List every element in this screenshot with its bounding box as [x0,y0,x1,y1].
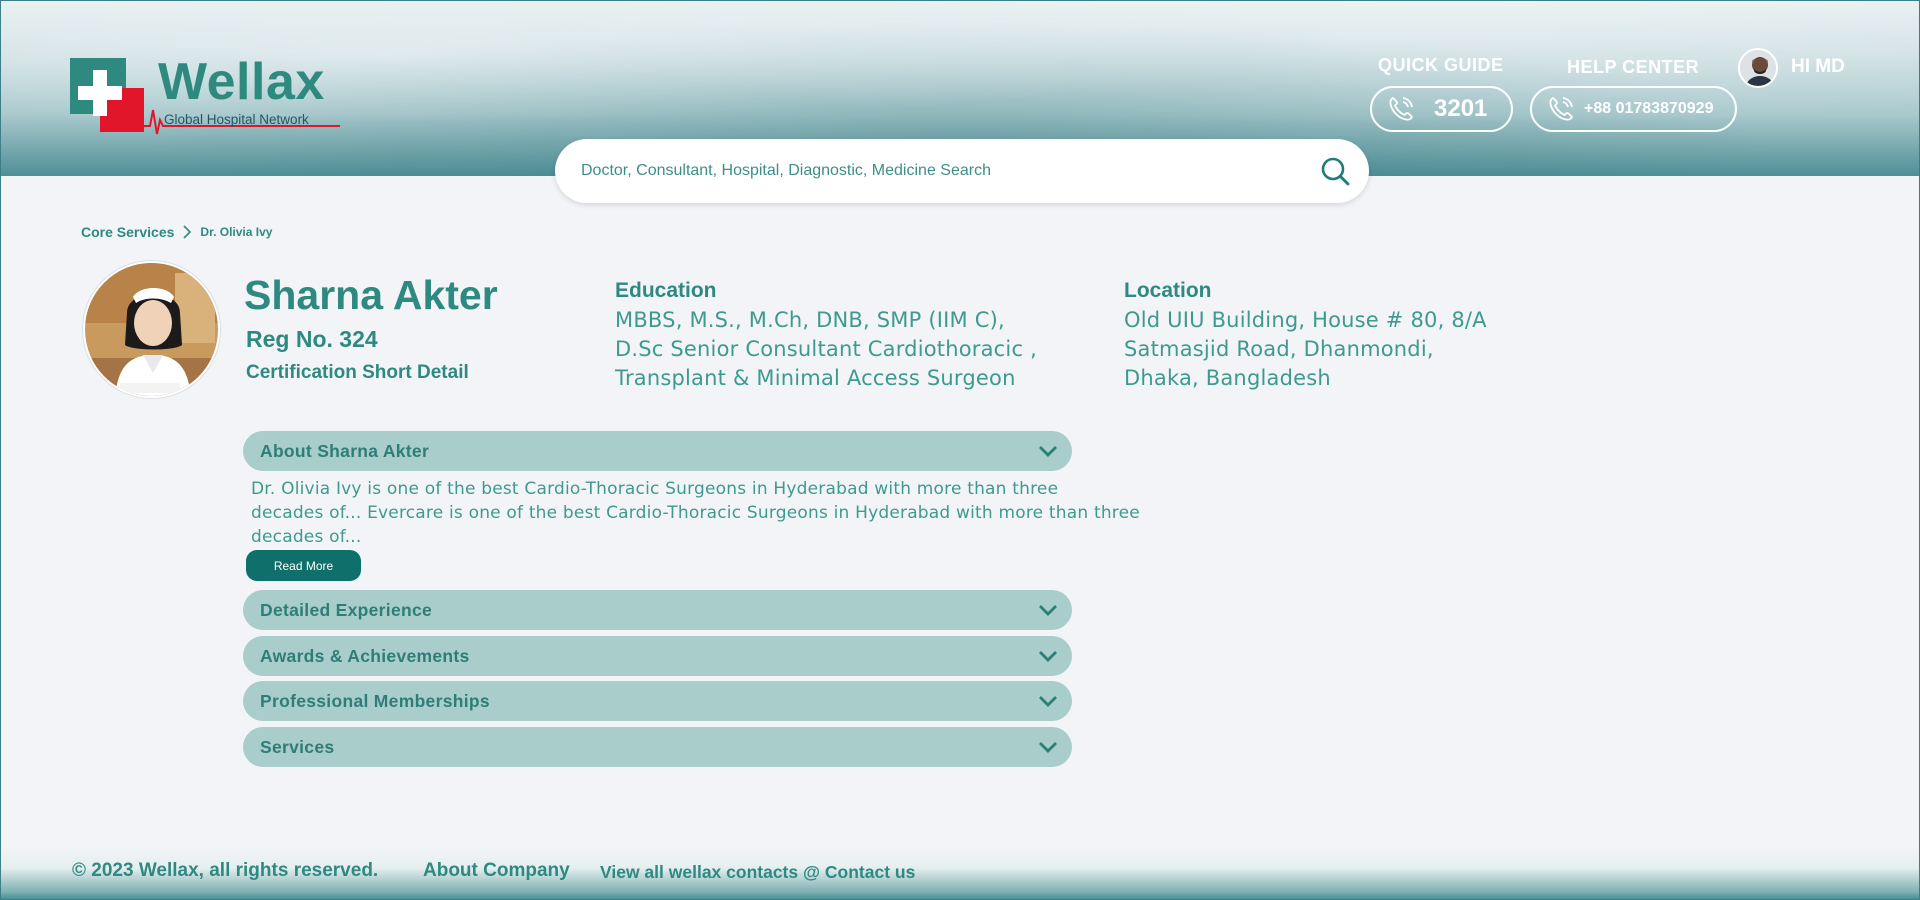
accordion-detailed-experience[interactable]: Detailed Experience [243,590,1072,630]
help-center-phone-button[interactable]: +88 01783870929 [1530,86,1737,132]
user-avatar[interactable] [1738,48,1778,88]
accordion-label: Detailed Experience [260,599,433,620]
chevron-down-icon [1039,446,1057,457]
education-line: MBBS, M.S., M.Ch, DNB, SMP (IIM C), [615,308,1005,332]
accordion-label: Professional Memberships [260,690,490,711]
accordion-label: About Sharna Akter [260,440,430,461]
education-details: MBBS, M.S., M.Ch, DNB, SMP (IIM C), D.Sc… [615,306,1065,393]
location-details: Old UIU Building, House # 80, 8/A Satmas… [1124,306,1544,393]
accordion-label: Services [260,736,335,757]
about-line: decades of... [251,527,362,547]
accordion-memberships[interactable]: Professional Memberships [243,681,1072,721]
quick-guide-phone-button[interactable]: 3201 [1370,86,1513,132]
help-center-number: +88 01783870929 [1584,100,1714,117]
footer-contact-link[interactable]: View all wellax contacts @ Contact us [600,862,915,883]
phone-icon [1549,96,1574,121]
accordion-awards[interactable]: Awards & Achievements [243,636,1072,676]
about-line: Dr. Olivia Ivy is one of the best Cardio… [251,479,1059,499]
accordion-services[interactable]: Services [243,727,1072,767]
doctor-certification: Certification Short Detail [246,362,469,383]
search-input[interactable] [581,139,1281,203]
location-line: Satmasjid Road, Dhanmondi, [1124,337,1434,361]
user-greeting[interactable]: HI MD [1791,56,1845,78]
doctor-reg-no: Reg No. 324 [246,326,378,352]
education-line: D.Sc Senior Consultant Cardiothoracic , [615,337,1037,361]
footer: © 2023 Wellax, all rights reserved. Abou… [0,846,1920,900]
location-title: Location [1124,279,1212,302]
doctor-name: Sharna Akter [244,272,498,318]
breadcrumb-current: Dr. Olivia Ivy [200,225,273,239]
chevron-down-icon [1039,651,1057,662]
education-line: Transplant & Minimal Access Surgeon [615,366,1016,390]
breadcrumb-core-services[interactable]: Core Services [81,224,174,240]
breadcrumb: Core Services Dr. Olivia Ivy [81,224,272,240]
about-line: decades of... Evercare is one of the bes… [251,503,1140,523]
logo-name: Wellax [158,53,325,111]
chevron-down-icon [1039,696,1057,707]
chevron-down-icon [1039,605,1057,616]
doctor-photo-image [85,263,218,396]
wellax-logo[interactable]: Wellax Global Hospital Network [70,53,340,135]
doctor-photo [83,261,220,398]
search-icon[interactable] [1319,155,1351,187]
logo-tagline: Global Hospital Network [164,112,309,127]
footer-about-link[interactable]: About Company [423,860,570,882]
search-bar [555,139,1369,203]
read-more-button[interactable]: Read More [246,550,361,581]
phone-icon [1389,96,1414,121]
accordion-label: Awards & Achievements [260,645,470,666]
about-text: Dr. Olivia Ivy is one of the best Cardio… [251,477,1151,549]
medical-cross-icon [70,58,144,132]
footer-copyright: © 2023 Wellax, all rights reserved. [72,860,379,881]
quick-guide-number: 3201 [1434,95,1488,122]
location-line: Dhaka, Bangladesh [1124,366,1331,390]
chevron-right-icon [183,225,192,239]
accordion-about[interactable]: About Sharna Akter [243,431,1072,471]
chevron-down-icon [1039,742,1057,753]
education-title: Education [615,279,717,302]
help-center-label[interactable]: HELP CENTER [1567,57,1699,78]
location-line: Old UIU Building, House # 80, 8/A [1124,308,1487,332]
quick-guide-label[interactable]: QUICK GUIDE [1378,55,1504,76]
